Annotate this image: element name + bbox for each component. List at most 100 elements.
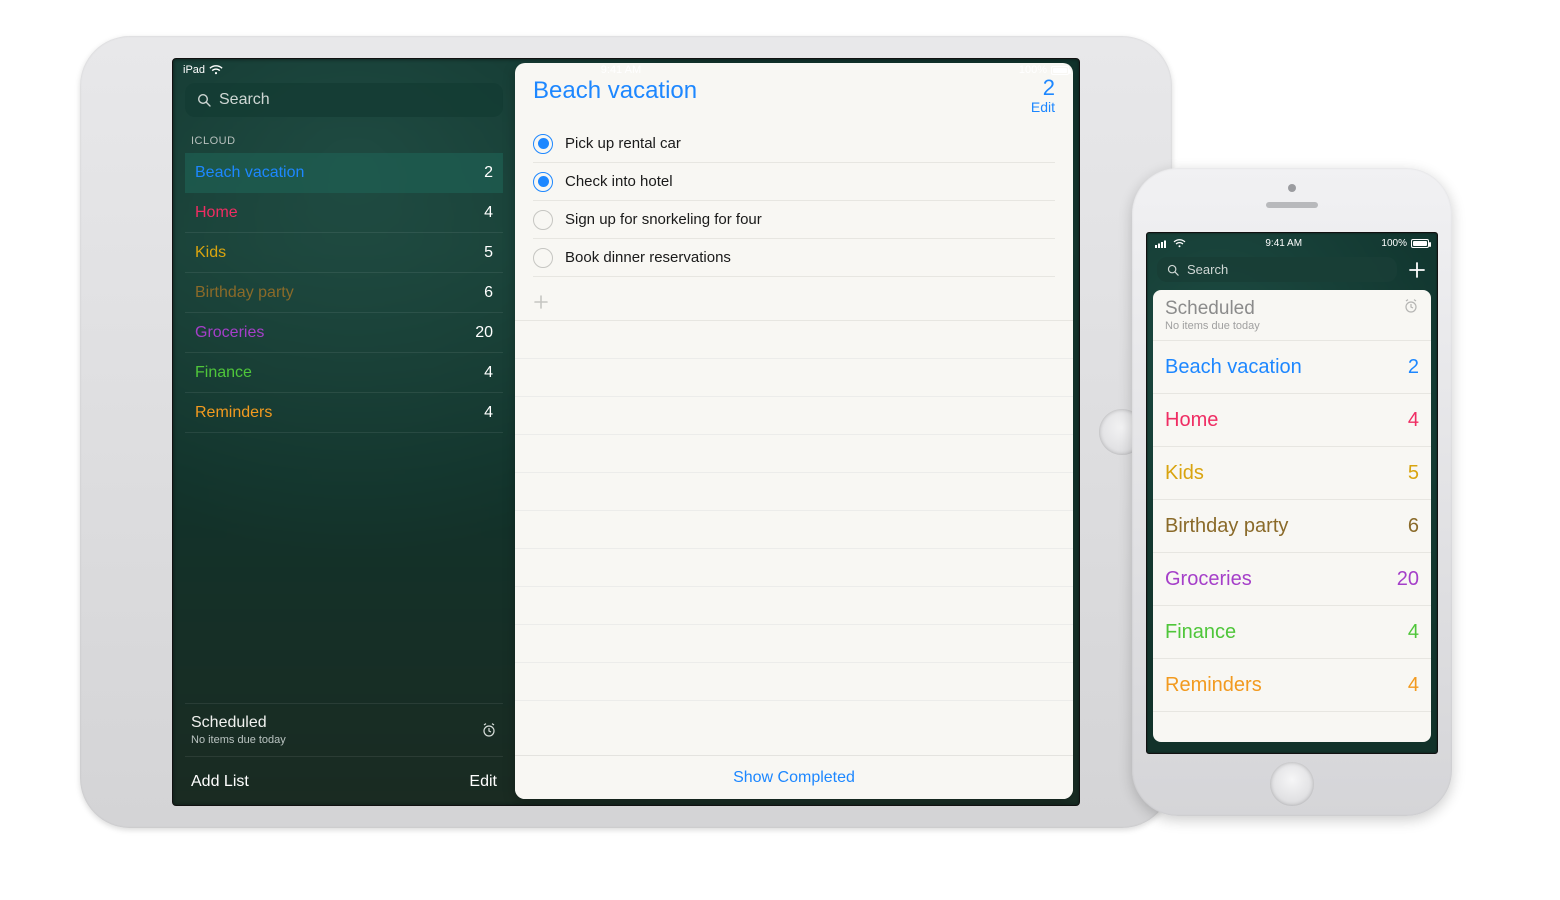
task-text: Check into hotel xyxy=(565,173,673,190)
sidebar-list-count: 20 xyxy=(475,324,493,342)
sidebar-list-row[interactable]: Beach vacation 2 xyxy=(185,153,503,193)
signal-icon xyxy=(1155,239,1169,248)
sidebar-list-count: 5 xyxy=(484,244,493,262)
search-icon xyxy=(1167,264,1179,276)
iphone-list-name: Birthday party xyxy=(1165,515,1288,538)
iphone-list-row[interactable]: Reminders 4 xyxy=(1153,659,1431,712)
sidebar-list-name: Beach vacation xyxy=(195,164,304,182)
wifi-icon xyxy=(1173,239,1186,248)
battery-text: 100% xyxy=(1381,238,1407,249)
task-bullet[interactable] xyxy=(533,210,553,230)
iphone-list-name: Beach vacation xyxy=(1165,356,1302,379)
alarm-icon xyxy=(1403,298,1419,314)
detail-edit-button[interactable]: Edit xyxy=(1031,99,1055,115)
detail-title: Beach vacation xyxy=(533,77,697,115)
iphone-list-name: Kids xyxy=(1165,462,1204,485)
search-placeholder: Search xyxy=(219,91,270,109)
iphone-list-name: Reminders xyxy=(1165,674,1262,697)
reminders-detail-card: Beach vacation 2 Edit Pick up rental car… xyxy=(515,63,1073,799)
battery-icon xyxy=(1411,239,1429,248)
ipad-status-bar: iPad 9:41 AM 100% xyxy=(173,59,1079,81)
show-completed-button[interactable]: Show Completed xyxy=(515,755,1073,799)
iphone-list-count: 4 xyxy=(1408,674,1419,697)
sidebar-section-label: ICLOUD xyxy=(185,135,503,147)
search-input[interactable]: Search xyxy=(1157,257,1397,282)
scheduled-sub: No items due today xyxy=(1165,320,1260,332)
iphone-list-name: Home xyxy=(1165,409,1218,432)
ipad-screen: iPad 9:41 AM 100% Search xyxy=(172,58,1080,806)
task-bullet[interactable] xyxy=(533,248,553,268)
iphone-status-bar: 9:41 AM 100% xyxy=(1147,233,1437,253)
plus-icon xyxy=(533,294,549,310)
iphone-scheduled[interactable]: Scheduled No items due today xyxy=(1153,290,1431,341)
add-reminder-row[interactable] xyxy=(515,283,1073,321)
sidebar-list-name: Groceries xyxy=(195,324,264,342)
task-bullet[interactable] xyxy=(533,172,553,192)
sidebar-list-name: Finance xyxy=(195,364,252,382)
sidebar-list-row[interactable]: Birthday party6 xyxy=(185,273,503,313)
sidebar-list-count: 6 xyxy=(484,284,493,302)
battery-icon xyxy=(1051,66,1069,75)
iphone-speaker xyxy=(1266,202,1318,208)
wifi-icon xyxy=(209,65,223,75)
sidebar-scheduled[interactable]: Scheduled No items due today xyxy=(185,703,503,757)
add-button[interactable] xyxy=(1407,260,1427,280)
iphone-list-row[interactable]: Beach vacation 2 xyxy=(1153,341,1431,394)
task-bullet[interactable] xyxy=(533,134,553,154)
iphone-list: Beach vacation 2 Home 4 Kids 5 Birthday party 6… xyxy=(1153,341,1431,712)
sidebar-list-count: 4 xyxy=(484,204,493,222)
sidebar-list-name: Reminders xyxy=(195,404,272,422)
task-row[interactable]: Book dinner reservations xyxy=(533,239,1055,277)
device-label: iPad xyxy=(183,64,205,76)
sidebar-list-row[interactable]: Finance 4 xyxy=(185,353,503,393)
sidebar-list-row[interactable]: Groceries 20 xyxy=(185,313,503,353)
iphone-list-row[interactable]: Kids 5 xyxy=(1153,447,1431,500)
sidebar-edit-button[interactable]: Edit xyxy=(469,773,497,791)
sidebar-list-count: 4 xyxy=(484,364,493,382)
search-input[interactable]: Search xyxy=(185,83,503,117)
iphone-screen: 9:41 AM 100% Search Scheduled No item xyxy=(1146,232,1438,754)
search-icon xyxy=(197,93,211,107)
iphone-list-name: Finance xyxy=(1165,621,1236,644)
search-placeholder: Search xyxy=(1187,262,1228,277)
status-time: 9:41 AM xyxy=(1265,238,1302,249)
scheduled-title: Scheduled xyxy=(191,714,286,732)
ipad-device-frame: iPad 9:41 AM 100% Search xyxy=(80,36,1172,828)
sidebar-list-row[interactable]: Reminders 4 xyxy=(185,393,503,433)
task-text: Sign up for snorkeling for four xyxy=(565,211,762,228)
iphone-list-row[interactable]: Groceries 20 xyxy=(1153,553,1431,606)
iphone-list-count: 20 xyxy=(1397,568,1419,591)
iphone-camera xyxy=(1288,184,1296,192)
task-row[interactable]: Pick up rental car xyxy=(533,125,1055,163)
sidebar-list-row[interactable]: Kids 5 xyxy=(185,233,503,273)
task-row[interactable]: Check into hotel xyxy=(533,163,1055,201)
alarm-icon xyxy=(481,722,497,738)
scheduled-sub: No items due today xyxy=(191,734,286,746)
show-completed-label: Show Completed xyxy=(733,769,855,787)
status-time: 9:41 AM xyxy=(601,64,641,76)
iphone-list-count: 2 xyxy=(1408,356,1419,379)
battery-text: 100% xyxy=(1019,64,1047,76)
sidebar-list-row[interactable]: Home4 xyxy=(185,193,503,233)
add-list-button[interactable]: Add List xyxy=(191,773,249,791)
iphone-list-count: 4 xyxy=(1408,621,1419,644)
task-row[interactable]: Sign up for snorkeling for four xyxy=(533,201,1055,239)
iphone-list-name: Groceries xyxy=(1165,568,1252,591)
iphone-list-row[interactable]: Birthday party 6 xyxy=(1153,500,1431,553)
iphone-device-frame: 9:41 AM 100% Search Scheduled No item xyxy=(1132,168,1452,816)
task-text: Pick up rental car xyxy=(565,135,681,152)
iphone-list-count: 4 xyxy=(1408,409,1419,432)
iphone-list-row[interactable]: Finance 4 xyxy=(1153,606,1431,659)
iphone-list-row[interactable]: Home 4 xyxy=(1153,394,1431,447)
task-list: Pick up rental car Check into hotel Sign u… xyxy=(515,119,1073,283)
sidebar-list-count: 2 xyxy=(484,164,493,182)
reminders-sidebar: Search ICLOUD Beach vacation2Home4Kids5B… xyxy=(173,59,515,805)
sidebar-list-count: 4 xyxy=(484,404,493,422)
sidebar-list-name: Kids xyxy=(195,244,226,262)
iphone-home-button[interactable] xyxy=(1270,762,1314,806)
task-text: Book dinner reservations xyxy=(565,249,731,266)
iphone-list-count: 6 xyxy=(1408,515,1419,538)
iphone-list-count: 5 xyxy=(1408,462,1419,485)
sidebar-list: Beach vacation 2 Home4 Kids 5 Birthday party6… xyxy=(185,153,503,679)
iphone-lists-card: Scheduled No items due today Beach vacat… xyxy=(1153,290,1431,742)
